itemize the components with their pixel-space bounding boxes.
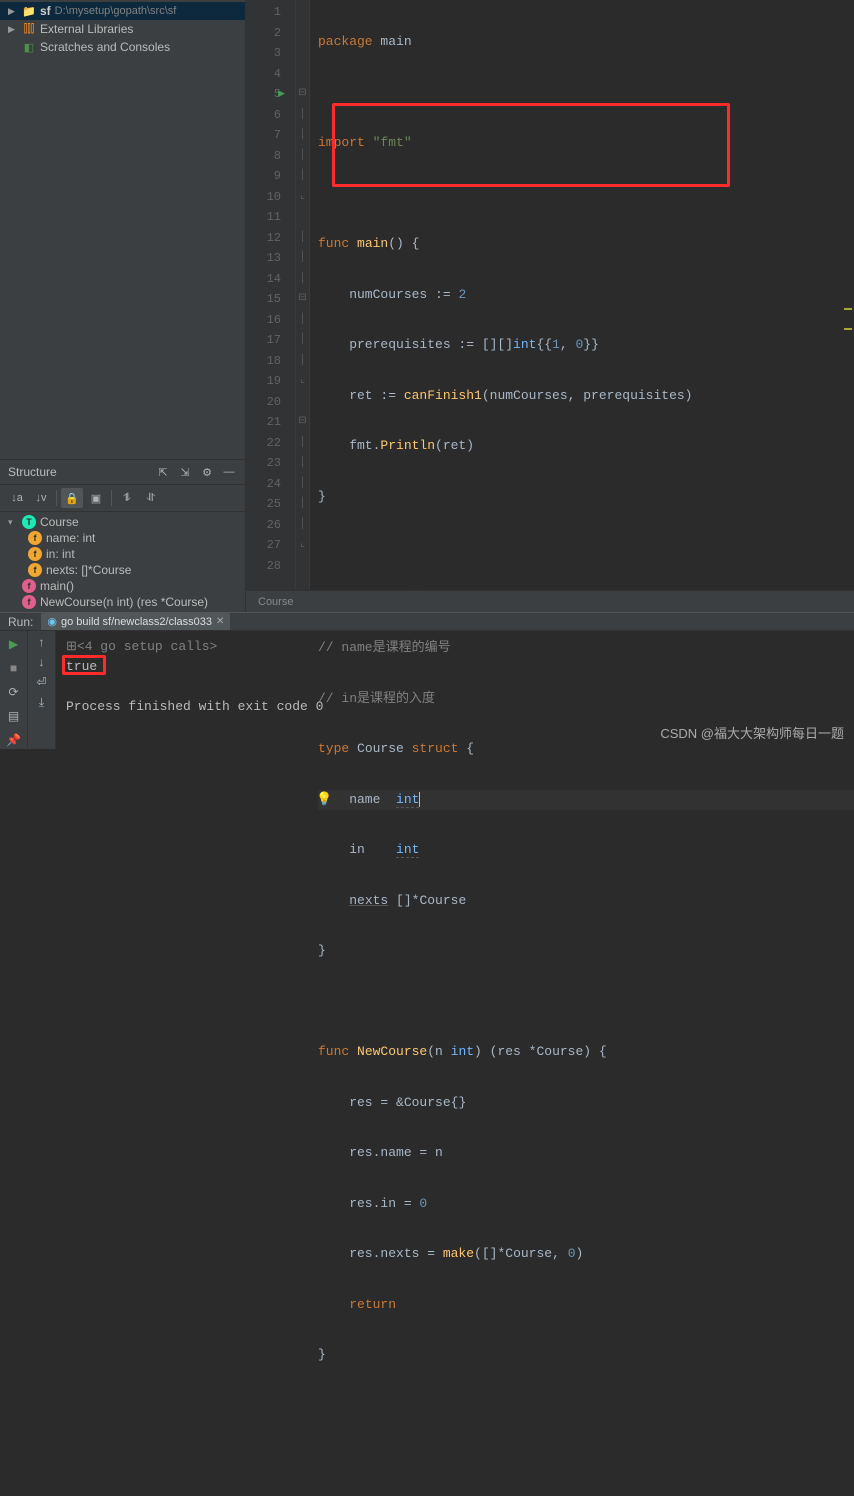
up-icon[interactable]: ↑ <box>39 635 45 649</box>
setup-calls-line: <4 go setup calls> <box>77 639 217 654</box>
pin-button[interactable]: 📌 <box>5 731 23 749</box>
chevron-right-icon: ▶ <box>8 6 18 17</box>
node-label: Course <box>40 515 79 529</box>
project-tree[interactable]: ▶ 📁 sf D:\mysetup\gopath\src\sf ▶ ⫿⫿⫿ Ex… <box>0 0 245 58</box>
fold-gutter[interactable]: ⊟ ││││ ⌞ │││ ⊟│││ ⌞ ⊟│││││⌞ <box>296 0 310 612</box>
filter-fields-icon[interactable]: 🔒 <box>61 488 83 508</box>
console-exit-line: Process finished with exit code 0 <box>66 699 323 714</box>
collapse-icon[interactable]: ⇱ <box>155 464 171 480</box>
filter-nonpublic-icon[interactable]: ▣ <box>85 488 107 508</box>
field-badge-icon: f <box>28 563 42 577</box>
fold-icon[interactable]: ⊞ <box>66 639 77 654</box>
run-tool-window: Run: ◉ go build sf/newclass2/class033 ✕ … <box>0 612 854 748</box>
folder-icon: 📁 <box>22 5 36 18</box>
close-icon[interactable]: ✕ <box>216 616 224 627</box>
run-toolbar: ▶ ■ ⟳ ▤ 📌 <box>0 631 28 749</box>
structure-node-main[interactable]: f main() <box>0 578 245 594</box>
node-label: main() <box>40 579 74 593</box>
stop-button[interactable]: ■ <box>5 659 23 677</box>
project-name: sf <box>40 4 51 18</box>
line-gutter[interactable]: 1 2 3 4 5 6 7 8 9 10 11 12 13 14 15 16 1… <box>246 0 296 612</box>
structure-header: Structure ⇱ ⇲ ⚙ — <box>0 460 245 485</box>
autoscroll-to-icon[interactable]: ⥮ <box>116 488 138 508</box>
tree-scratches[interactable]: ◧ Scratches and Consoles <box>0 38 245 56</box>
structure-toolbar: ↓a ↓v 🔒 ▣ ⥮ ⥯ <box>0 485 245 512</box>
breadcrumb-bar[interactable]: Course <box>246 590 854 612</box>
hide-icon[interactable]: — <box>221 464 237 480</box>
breadcrumb-item[interactable]: Course <box>258 596 293 608</box>
left-sidebar: ▶ 📁 sf D:\mysetup\gopath\src\sf ▶ ⫿⫿⫿ Ex… <box>0 0 246 612</box>
structure-node-in[interactable]: f in: int <box>0 546 245 562</box>
structure-node-course[interactable]: ▾ T Course <box>0 514 245 530</box>
func-badge-icon: f <box>22 579 36 593</box>
bulb-icon[interactable]: 💡 <box>316 790 332 811</box>
func-badge-icon: f <box>22 595 36 609</box>
tree-external-libs[interactable]: ▶ ⫿⫿⫿ External Libraries <box>0 20 245 38</box>
scroll-icon[interactable]: ⤓ <box>39 695 44 710</box>
node-label: NewCourse(n int) (res *Course) <box>40 595 208 609</box>
gear-icon[interactable]: ⚙ <box>199 464 215 480</box>
down-icon[interactable]: ↓ <box>39 655 45 669</box>
go-icon: ◉ <box>47 615 57 628</box>
library-icon: ⫿⫿⫿ <box>22 23 36 36</box>
chevron-down-icon: ▾ <box>8 517 18 528</box>
sort-visibility-icon[interactable]: ↓v <box>30 488 52 508</box>
node-label: in: int <box>46 547 75 561</box>
sort-alpha-icon[interactable]: ↓a <box>6 488 28 508</box>
run-tab-label: go build sf/newclass2/class033 <box>61 616 212 628</box>
run-config-tab[interactable]: ◉ go build sf/newclass2/class033 ✕ <box>41 613 230 630</box>
type-badge-icon: T <box>22 515 36 529</box>
console-output-true: true <box>66 659 97 674</box>
scroll-marker-track[interactable] <box>842 0 852 612</box>
structure-node-newcourse[interactable]: f NewCourse(n int) (res *Course) <box>0 594 245 610</box>
structure-node-nexts[interactable]: f nexts: []*Course <box>0 562 245 578</box>
tree-root-sf[interactable]: ▶ 📁 sf D:\mysetup\gopath\src\sf <box>0 2 245 20</box>
structure-panel: Structure ⇱ ⇲ ⚙ — ↓a ↓v 🔒 ▣ ⥮ ⥯ ▾ T <box>0 459 245 612</box>
editor-area[interactable]: 1 2 3 4 5 6 7 8 9 10 11 12 13 14 15 16 1… <box>246 0 854 612</box>
run-label: Run: <box>8 615 33 629</box>
field-badge-icon: f <box>28 531 42 545</box>
restart-button[interactable]: ⟳ <box>5 683 23 701</box>
code-editor[interactable]: package main import "fmt" func main() { … <box>310 0 854 612</box>
node-label: name: int <box>46 531 95 545</box>
node-label: nexts: []*Course <box>46 563 131 577</box>
scratch-icon: ◧ <box>22 41 36 54</box>
run-button[interactable]: ▶ <box>5 635 23 653</box>
wrap-icon[interactable]: ⏎ <box>36 675 46 689</box>
scratches-label: Scratches and Consoles <box>40 40 170 54</box>
external-libs-label: External Libraries <box>40 22 133 36</box>
autoscroll-from-icon[interactable]: ⥯ <box>140 488 162 508</box>
console-toolbar: ↑ ↓ ⏎ ⤓ <box>28 631 56 749</box>
chevron-right-icon: ▶ <box>8 24 18 35</box>
expand-icon[interactable]: ⇲ <box>177 464 193 480</box>
project-path: D:\mysetup\gopath\src\sf <box>55 5 177 17</box>
console-output[interactable]: ⊞<4 go setup calls> true Process finishe… <box>56 631 854 749</box>
structure-title: Structure <box>8 465 149 479</box>
field-badge-icon: f <box>28 547 42 561</box>
structure-node-name[interactable]: f name: int <box>0 530 245 546</box>
layout-button[interactable]: ▤ <box>5 707 23 725</box>
structure-tree[interactable]: ▾ T Course f name: int f in: int f nexts… <box>0 512 245 612</box>
